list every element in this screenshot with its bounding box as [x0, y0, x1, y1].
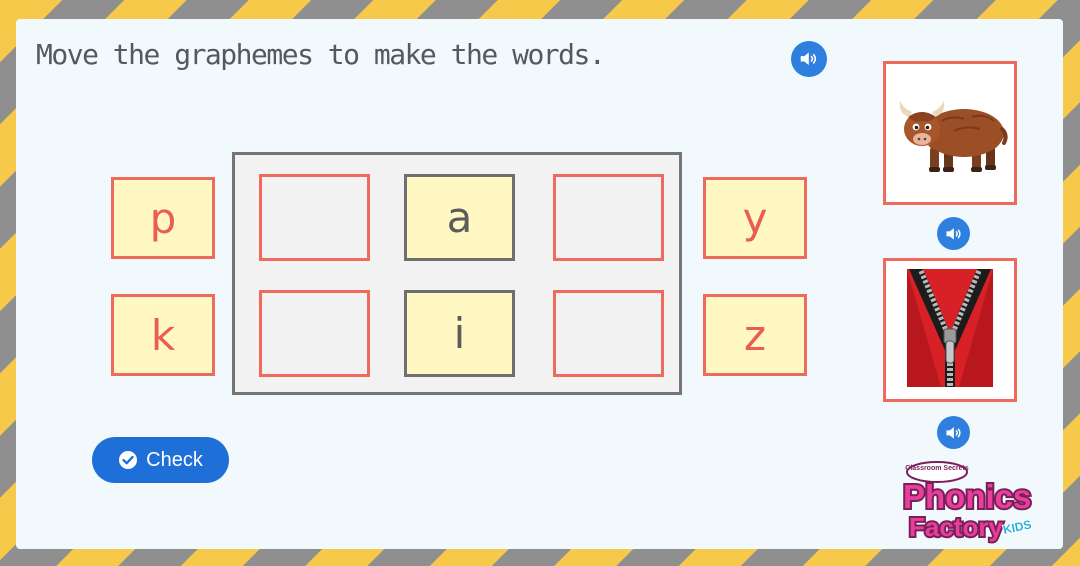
svg-text:Classroom Secrets: Classroom Secrets — [905, 465, 969, 472]
logo-line-2: Factory — [909, 512, 1003, 542]
logo-line-1: Phonics — [903, 478, 1031, 515]
logo-small-text: Classroom Secrets — [905, 465, 969, 472]
grapheme-tile-k[interactable]: k — [111, 294, 215, 376]
grapheme-tile-y[interactable]: y — [703, 177, 807, 259]
zip-illustration — [907, 269, 993, 387]
svg-text:Factory: Factory — [909, 512, 1003, 542]
zip-picture — [883, 258, 1017, 402]
logo-badge: KIDS — [1002, 517, 1033, 537]
word-1-fixed-grapheme: a — [404, 174, 515, 261]
word-1-slot-2[interactable] — [553, 174, 664, 261]
word-2-slot-2[interactable] — [553, 290, 664, 377]
grapheme-tile-z[interactable]: z — [703, 294, 807, 376]
yak-picture — [883, 61, 1017, 205]
check-button-label: Check — [146, 448, 203, 471]
instruction-audio-button[interactable] — [791, 41, 827, 77]
phonics-factory-logo: Classroom Secrets Phonics Factory KIDS — [901, 461, 1034, 544]
speaker-icon — [946, 426, 961, 439]
zip-audio-button[interactable] — [937, 416, 970, 449]
word-1-slot-1[interactable] — [259, 174, 370, 261]
svg-text:KIDS: KIDS — [1002, 517, 1033, 537]
grapheme-tile-p[interactable]: p — [111, 177, 215, 259]
yak-illustration — [899, 101, 1008, 172]
speaker-icon — [946, 227, 961, 240]
check-button[interactable]: Check — [92, 437, 229, 483]
word-2-fixed-grapheme: i — [404, 290, 515, 377]
word-2-slot-1[interactable] — [259, 290, 370, 377]
yak-audio-button[interactable] — [937, 217, 970, 250]
instruction-text: Move the graphemes to make the words. — [36, 38, 606, 71]
svg-text:Phonics: Phonics — [903, 478, 1031, 515]
check-circle-icon — [119, 451, 138, 469]
speaker-icon — [800, 52, 817, 66]
